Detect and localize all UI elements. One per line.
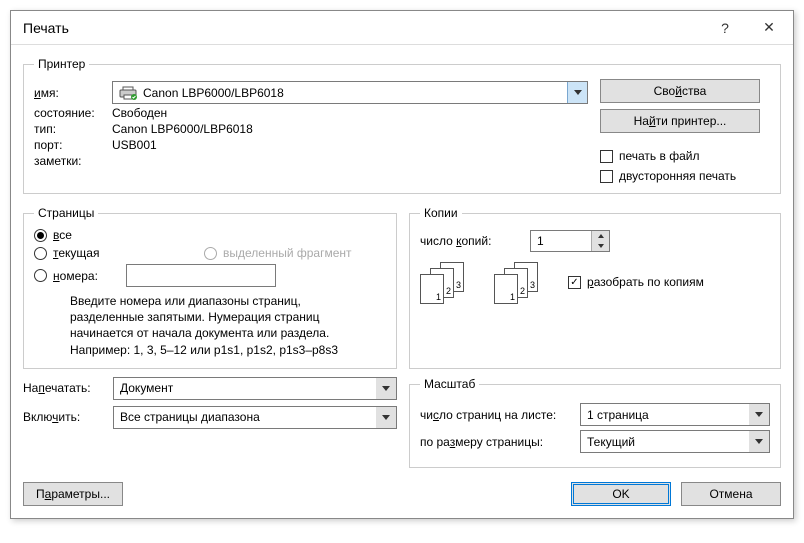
printer-name-label: имя: xyxy=(34,86,112,100)
pages-group: Страницы все текущая xyxy=(23,206,397,369)
printer-name-value: Canon LBP6000/LBP6018 xyxy=(143,86,284,100)
pages-numbers-radio[interactable]: номера: xyxy=(34,269,126,283)
scale-group: Масштаб число страниц на листе: 1 страни… xyxy=(409,377,781,468)
pages-selection-radio: выделенный фрагмент xyxy=(204,246,352,260)
include-label: Включить: xyxy=(23,410,113,424)
printer-legend: Принтер xyxy=(34,57,89,71)
printer-notes-label: заметки: xyxy=(34,154,112,168)
printer-port-label: порт: xyxy=(34,138,112,152)
checkbox-icon: ✓ xyxy=(568,276,581,289)
cancel-button[interactable]: Отмена xyxy=(681,482,781,506)
per-sheet-combo[interactable]: 1 страница xyxy=(580,403,770,426)
checkbox-icon xyxy=(600,150,613,163)
chevron-down-icon xyxy=(749,431,769,452)
fit-combo[interactable]: Текущий xyxy=(580,430,770,453)
copies-group: Копии число копий: 1 3 xyxy=(409,206,781,369)
ok-button[interactable]: OK xyxy=(571,482,671,506)
scale-legend: Масштаб xyxy=(420,377,479,391)
find-printer-button[interactable]: Найти принтер... xyxy=(600,109,760,133)
printer-port-value: USB001 xyxy=(112,138,588,152)
checkbox-icon xyxy=(600,170,613,183)
per-sheet-label: число страниц на листе: xyxy=(420,408,580,422)
close-button[interactable]: ✕ xyxy=(747,12,791,44)
include-combo[interactable]: Все страницы диапазона xyxy=(113,406,397,429)
copies-count-spinner[interactable]: 1 xyxy=(530,230,610,252)
help-button[interactable]: ? xyxy=(703,12,747,44)
print-what-label: Напечатать: xyxy=(23,381,113,395)
printer-status-label: состояние: xyxy=(34,106,112,120)
collate-illustration-2: 3 2 1 xyxy=(494,262,550,302)
duplex-checkbox[interactable]: двусторонняя печать xyxy=(600,169,770,183)
chevron-down-icon xyxy=(749,404,769,425)
pages-legend: Страницы xyxy=(34,206,98,220)
chevron-down-icon xyxy=(567,82,587,103)
titlebar: Печать ? ✕ xyxy=(11,11,793,45)
pages-numbers-input[interactable] xyxy=(126,264,276,287)
printer-status-value: Свободен xyxy=(112,106,588,120)
properties-button[interactable]: Свойства xyxy=(600,79,760,103)
pages-current-radio[interactable]: текущая xyxy=(34,246,204,260)
printer-icon xyxy=(119,86,137,100)
dialog-title: Печать xyxy=(23,20,703,36)
pages-hint: Введите номера или диапазоны страниц, ра… xyxy=(70,293,370,358)
printer-group: Принтер имя: Canon LBP6000/LBP6018 xyxy=(23,57,781,194)
printer-type-value: Canon LBP6000/LBP6018 xyxy=(112,122,588,136)
printer-name-combo[interactable]: Canon LBP6000/LBP6018 xyxy=(112,81,588,104)
collate-illustration-1: 3 2 1 xyxy=(420,262,476,302)
chevron-down-icon xyxy=(376,378,396,399)
spinner-up-icon[interactable] xyxy=(592,231,609,241)
copies-count-label: число копий: xyxy=(420,234,530,248)
collate-checkbox[interactable]: ✓ разобрать по копиям xyxy=(568,275,704,289)
printer-type-label: тип: xyxy=(34,122,112,136)
print-dialog: Печать ? ✕ Принтер имя: Canon LBP6000 xyxy=(10,10,794,519)
print-what-combo[interactable]: Документ xyxy=(113,377,397,400)
copies-legend: Копии xyxy=(420,206,462,220)
options-button[interactable]: Параметры... xyxy=(23,482,123,506)
chevron-down-icon xyxy=(376,407,396,428)
pages-all-radio[interactable]: все xyxy=(34,228,204,242)
spinner-down-icon[interactable] xyxy=(592,241,609,251)
print-to-file-checkbox[interactable]: печать в файл xyxy=(600,149,770,163)
fit-label: по размеру страницы: xyxy=(420,435,580,449)
